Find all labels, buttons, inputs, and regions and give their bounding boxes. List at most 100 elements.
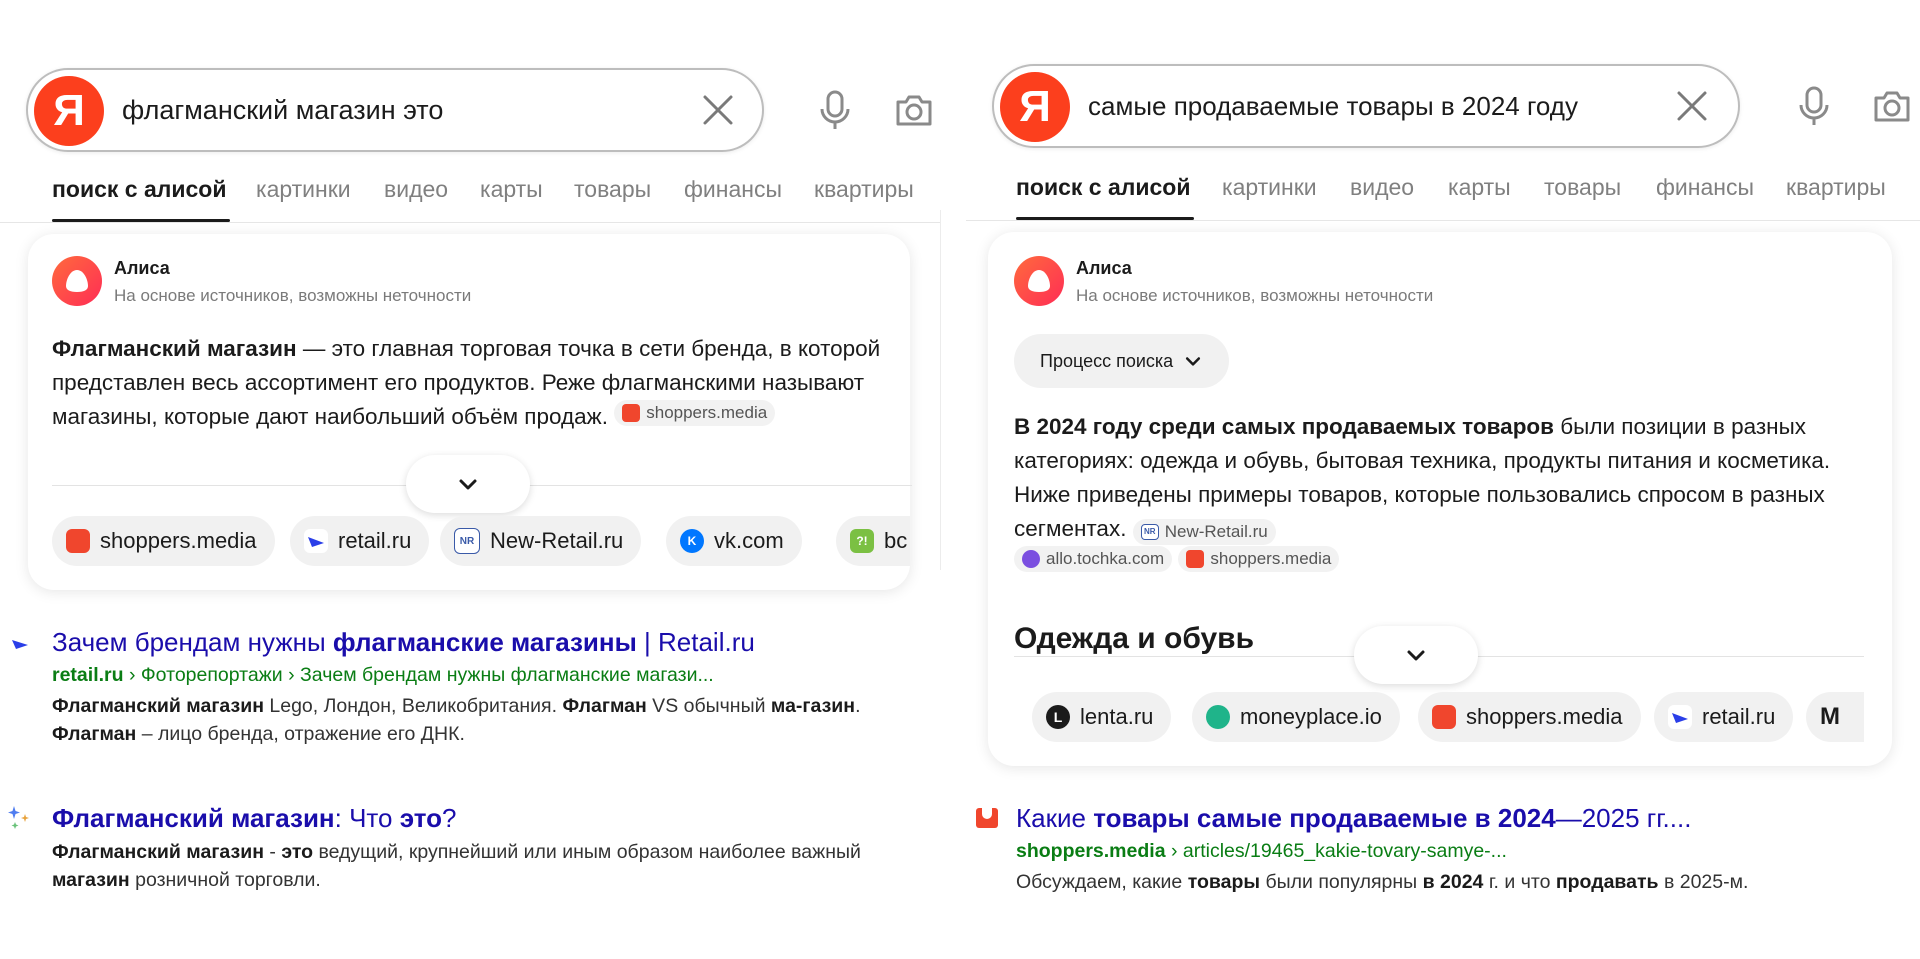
result-title-part: ? — [442, 803, 457, 833]
snippet-bold: продавать — [1555, 871, 1659, 893]
alice-answer-card: Алиса На основе источников, возможны нет… — [988, 232, 1892, 766]
yandex-logo[interactable]: Я — [1000, 72, 1070, 142]
result-title-link[interactable]: Флагманский магазин: Что это? — [52, 802, 456, 834]
search-query-text[interactable]: самые продаваемые товары в 2024 году — [1088, 66, 1578, 146]
chip-retail-ru[interactable]: retail.ru — [290, 516, 430, 566]
search-result-1: Зачем брендам нужны флагманские магазины… — [0, 620, 940, 760]
close-icon — [1677, 91, 1707, 121]
right-search-panel: Я самые продаваемые товары в 2024 году п… — [966, 0, 1920, 959]
tab-finance[interactable]: финансы — [684, 174, 782, 204]
result-title-link[interactable]: Какие товары самые продаваемые в 2024—20… — [1016, 802, 1691, 834]
shoppers-media-icon — [622, 404, 641, 422]
tab-maps[interactable]: карты — [1448, 172, 1511, 202]
snippet-text: г. и что — [1483, 871, 1556, 893]
tab-images[interactable]: картинки — [256, 174, 351, 204]
result-path: › articles/19465_kakie-tovary-samye-... — [1165, 840, 1507, 862]
tab-search-with-alice[interactable]: поиск с алисой — [1016, 172, 1190, 202]
yandex-logo[interactable]: Я — [34, 76, 104, 146]
tabs-divider — [966, 220, 1920, 221]
tab-apartments[interactable]: квартиры — [814, 174, 914, 204]
result-url[interactable]: shoppers.media › articles/19465_kakie-to… — [1016, 838, 1507, 864]
expand-answer-button[interactable] — [406, 455, 530, 513]
chip-label: shoppers.media — [100, 528, 257, 553]
snippet-bold: Флагманский магазин — [52, 695, 264, 717]
chip-label: moneyplace.io — [1240, 704, 1382, 729]
source-chips: shoppers.media retail.ru NR New-Retail.ru… — [52, 516, 910, 566]
new-retail-icon: NR — [1140, 524, 1159, 540]
search-result-2: Флагманский магазин: Что это? Флагмански… — [0, 796, 940, 906]
snippet-text: - — [263, 841, 282, 863]
lenta-icon: L — [1046, 705, 1070, 729]
snippet-text: Lego, Лондон, Великобритания. — [263, 695, 563, 717]
chip-vk[interactable]: Kvk.com — [666, 516, 802, 566]
chip-m[interactable]: M — [1806, 692, 1864, 742]
tab-video[interactable]: видео — [384, 174, 448, 204]
search-bar[interactable]: Я флагманский магазин это — [26, 68, 764, 152]
vk-icon: K — [680, 529, 704, 553]
tab-search-with-alice[interactable]: поиск с алисой — [52, 174, 226, 204]
tab-products[interactable]: товары — [574, 174, 651, 204]
microphone-icon — [1799, 86, 1829, 125]
answer-bold: Флагманский магазин — [52, 336, 297, 361]
chip-lenta[interactable]: Llenta.ru — [1032, 692, 1172, 742]
chip-shoppers-media[interactable]: shoppers.media — [52, 516, 275, 566]
search-bar[interactable]: Я самые продаваемые товары в 2024 году — [992, 64, 1740, 148]
alice-answer-card: Алиса На основе источников, возможны нет… — [28, 234, 912, 590]
result-url[interactable]: retail.ru › Фоторепортажи › Зачем бренда… — [52, 662, 714, 688]
chip-retail-ru[interactable]: retail.ru — [1654, 692, 1794, 742]
result-snippet: Обсуждаем, какие товары были популярны в… — [1016, 868, 1896, 896]
tab-products[interactable]: товары — [1544, 172, 1621, 202]
alice-icon — [1028, 270, 1050, 292]
snippet-bold: товары — [1187, 871, 1261, 893]
chip-moneyplace[interactable]: moneyplace.io — [1192, 692, 1400, 742]
answer-bold: В 2024 году среди самых продаваемых това… — [1014, 414, 1555, 439]
chip-label: retail.ru — [338, 528, 412, 553]
inline-source-shoppers[interactable]: shoppers.media — [614, 400, 776, 426]
chip-label: retail.ru — [1702, 704, 1776, 729]
search-query-text[interactable]: флагманский магазин это — [122, 70, 443, 150]
inline-source-label: New-Retail.ru — [1164, 522, 1268, 541]
clear-search-button[interactable] — [696, 88, 740, 132]
result-snippet: Флагманский магазин Lego, Лондон, Велико… — [52, 692, 892, 748]
image-search-button[interactable] — [892, 88, 936, 132]
result-title-link[interactable]: Зачем брендам нужны флагманские магазины… — [52, 626, 755, 658]
inline-source-label: shoppers.media — [646, 403, 768, 422]
chip-new-retail[interactable]: NR New-Retail.ru — [440, 516, 642, 566]
shoppers-media-icon — [1432, 705, 1456, 729]
tab-finance[interactable]: финансы — [1656, 172, 1754, 202]
voice-search-button[interactable] — [1792, 84, 1836, 128]
result-path: › Фоторепортажи › Зачем брендам нужны фл… — [123, 664, 714, 686]
inline-source-label: shoppers.media — [1210, 549, 1332, 568]
snippet-bold: ма-газин — [770, 695, 856, 717]
retail-ru-icon — [1668, 705, 1692, 729]
result-title-bold: флагманские магазины — [332, 627, 637, 657]
clear-search-button[interactable] — [1670, 84, 1714, 128]
result-snippet: Флагманский магазин - это ведущий, крупн… — [52, 838, 892, 894]
voice-search-button[interactable] — [813, 88, 857, 132]
result-title-bold: Флагманский магазин — [52, 803, 335, 833]
tab-images[interactable]: картинки — [1222, 172, 1317, 202]
new-retail-icon: NR — [454, 528, 480, 554]
chip-label: lenta.ru — [1080, 704, 1154, 729]
expand-answer-button[interactable] — [1354, 626, 1478, 684]
snippet-text: ведущий, крупнейший или иным образом наи… — [313, 841, 861, 863]
alice-disclaimer: На основе источников, возможны неточност… — [114, 286, 472, 305]
tab-maps[interactable]: карты — [480, 174, 543, 204]
snippet-text: – лицо бренда, отражение его ДНК. — [136, 723, 465, 745]
tab-apartments[interactable]: квартиры — [1786, 172, 1886, 202]
chip-shoppers-media[interactable]: shoppers.media — [1418, 692, 1641, 742]
alice-answer-text: В 2024 году среди самых продаваемых това… — [1014, 410, 1874, 580]
chip-label: bc — [884, 528, 908, 553]
inline-source-allo-tochka[interactable]: allo.tochka.com — [1014, 546, 1173, 572]
inline-source-shoppers[interactable]: shoppers.media — [1178, 546, 1340, 572]
search-process-button[interactable]: Процесс поиска — [1014, 334, 1230, 388]
image-search-button[interactable] — [1870, 84, 1914, 128]
result-title-part: Зачем брендам нужны — [52, 627, 333, 657]
result-title-part: : Что — [334, 803, 400, 833]
snippet-bold: это — [281, 841, 314, 863]
tab-video[interactable]: видео — [1350, 172, 1414, 202]
chip-bc[interactable]: ?! bc — [836, 516, 910, 566]
inline-source-new-retail[interactable]: NR New-Retail.ru — [1132, 519, 1276, 545]
result-title-part: Какие — [1016, 803, 1094, 833]
result-domain: retail.ru — [52, 664, 124, 686]
